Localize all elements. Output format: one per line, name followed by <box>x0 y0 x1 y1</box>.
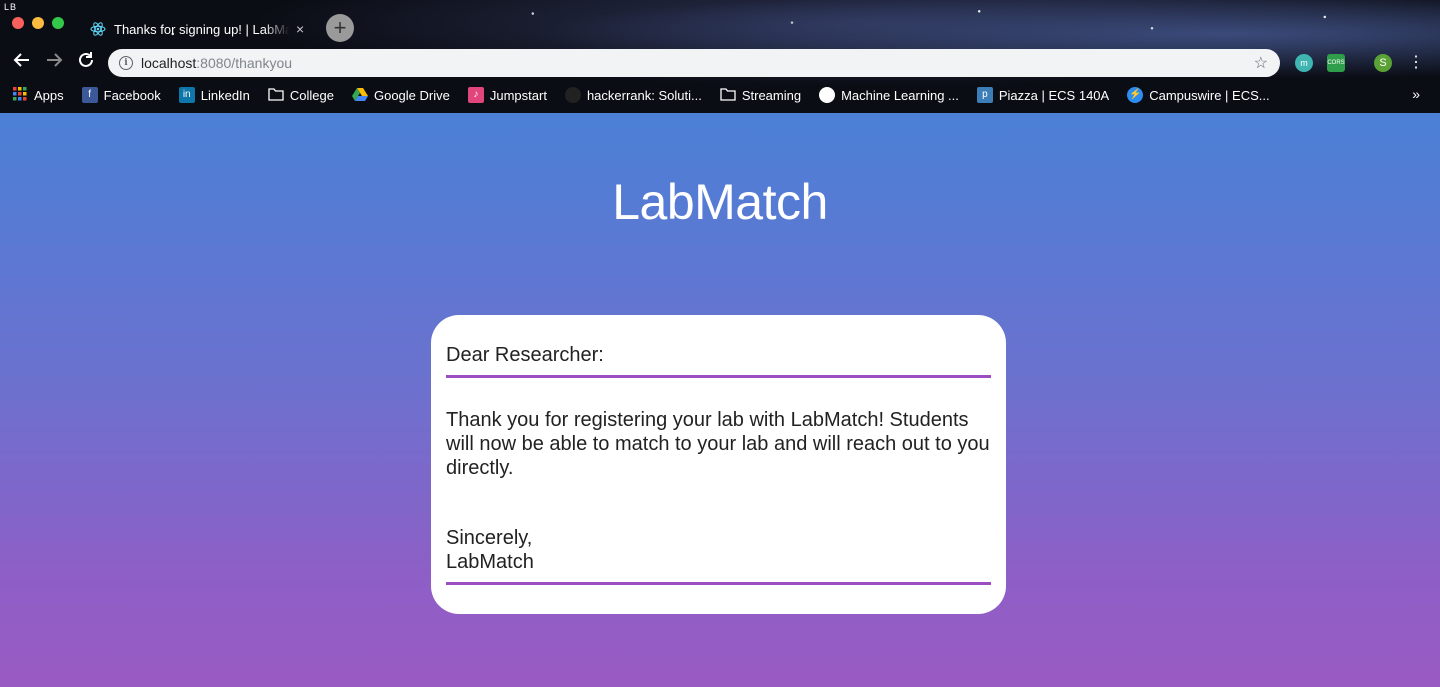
bookmark-label: Jumpstart <box>489 87 547 103</box>
bookmark-item[interactable]: ♪ Jumpstart <box>467 87 547 103</box>
bookmark-item[interactable]: Apps <box>12 87 64 103</box>
bookmark-item[interactable]: f Facebook <box>81 87 161 103</box>
piazza-icon: p <box>976 87 993 103</box>
reload-button[interactable] <box>74 50 98 74</box>
menu-kebab-icon[interactable]: ⋮ <box>1408 52 1424 72</box>
new-tab-button[interactable]: + <box>326 14 354 42</box>
salutation: Dear Researcher: <box>446 344 604 366</box>
bookmark-label: Google Drive <box>373 87 450 103</box>
extension-m-icon[interactable]: m <box>1295 54 1313 72</box>
arrow-right-icon <box>47 53 63 67</box>
page-content: LabMatch Dear Researcher: Thank you for … <box>0 113 1440 687</box>
folder-icon <box>268 87 284 103</box>
minimize-window-button[interactable] <box>32 17 44 29</box>
close-window-button[interactable] <box>12 17 24 29</box>
bookmark-label: Streaming <box>741 87 802 103</box>
site-logo: LabMatch <box>612 174 828 230</box>
facebook-icon: f <box>81 87 98 103</box>
bookmarks-bar: Apps f Facebook in LinkedIn College Google Dri… <box>0 84 1440 106</box>
jumpstart-icon: ♪ <box>467 87 484 103</box>
arrow-left-icon <box>13 53 29 67</box>
bookmark-label: LinkedIn <box>200 87 250 103</box>
bookmark-item[interactable]: Machine Learning ... <box>819 87 959 103</box>
reload-icon <box>79 52 93 67</box>
bookmark-label: Machine Learning ... <box>841 87 959 103</box>
google-drive-icon <box>351 87 368 103</box>
apps-grid-icon <box>12 87 28 103</box>
folder-icon <box>720 87 736 103</box>
bookmark-label: Facebook <box>103 87 161 103</box>
bookmark-item[interactable]: in LinkedIn <box>178 87 250 103</box>
bookmark-item[interactable]: ⚡ Campuswire | ECS... <box>1127 87 1270 103</box>
github-icon <box>564 87 581 103</box>
bookmark-label: Campuswire | ECS... <box>1149 87 1270 103</box>
tab-close-icon[interactable]: × <box>296 21 304 37</box>
maximize-window-button[interactable] <box>52 17 64 29</box>
bookmarks-overflow-button[interactable]: » <box>1412 86 1420 102</box>
signoff: Sincerely, LabMatch <box>446 526 991 574</box>
url-path: :8080/thankyou <box>196 55 293 71</box>
profile-avatar[interactable]: S <box>1374 54 1392 72</box>
linkedin-icon: in <box>178 87 195 103</box>
tab-title: Thanks for signing up! | LabMatch <box>114 21 290 37</box>
address-bar[interactable]: i localhost:8080/thankyou ☆ <box>108 49 1280 77</box>
bookmark-label: Piazza | ECS 140A <box>998 87 1110 103</box>
closing: Sincerely, <box>446 527 533 549</box>
browser-tab[interactable]: Thanks for signing up! | LabMatch × <box>84 12 316 46</box>
signature: LabMatch <box>446 551 534 573</box>
bookmark-label: College <box>289 87 334 103</box>
bookmark-item[interactable]: Streaming <box>720 87 801 103</box>
bookmark-item[interactable]: hackerrank: Soluti... <box>564 87 702 103</box>
divider-bottom <box>446 582 991 585</box>
bookmark-item[interactable]: p Piazza | ECS 140A <box>976 87 1110 103</box>
bookmark-label: Apps <box>34 87 64 103</box>
bookmark-item[interactable]: College <box>268 87 334 103</box>
react-icon <box>90 22 106 36</box>
back-button[interactable] <box>10 50 34 74</box>
info-icon[interactable]: i <box>119 56 133 70</box>
divider-top <box>446 375 991 378</box>
bookmark-label: hackerrank: Soluti... <box>586 87 702 103</box>
thank-you-card: Dear Researcher: Thank you for registeri… <box>431 315 1006 614</box>
forward-button[interactable] <box>42 50 66 74</box>
url-host: localhost <box>141 55 197 71</box>
star-icon[interactable]: ☆ <box>1254 53 1268 73</box>
ml-icon <box>819 87 836 103</box>
browser-chrome: LB Thanks for signing up! | LabMatch × +… <box>0 0 1440 113</box>
campuswire-icon: ⚡ <box>1127 87 1144 103</box>
message-body: Thank you for registering your lab with … <box>446 409 990 479</box>
corner-mark: LB <box>4 2 18 12</box>
bookmark-item[interactable]: Google Drive <box>351 87 450 103</box>
extension-cors-icon[interactable]: CORS <box>1327 54 1345 72</box>
